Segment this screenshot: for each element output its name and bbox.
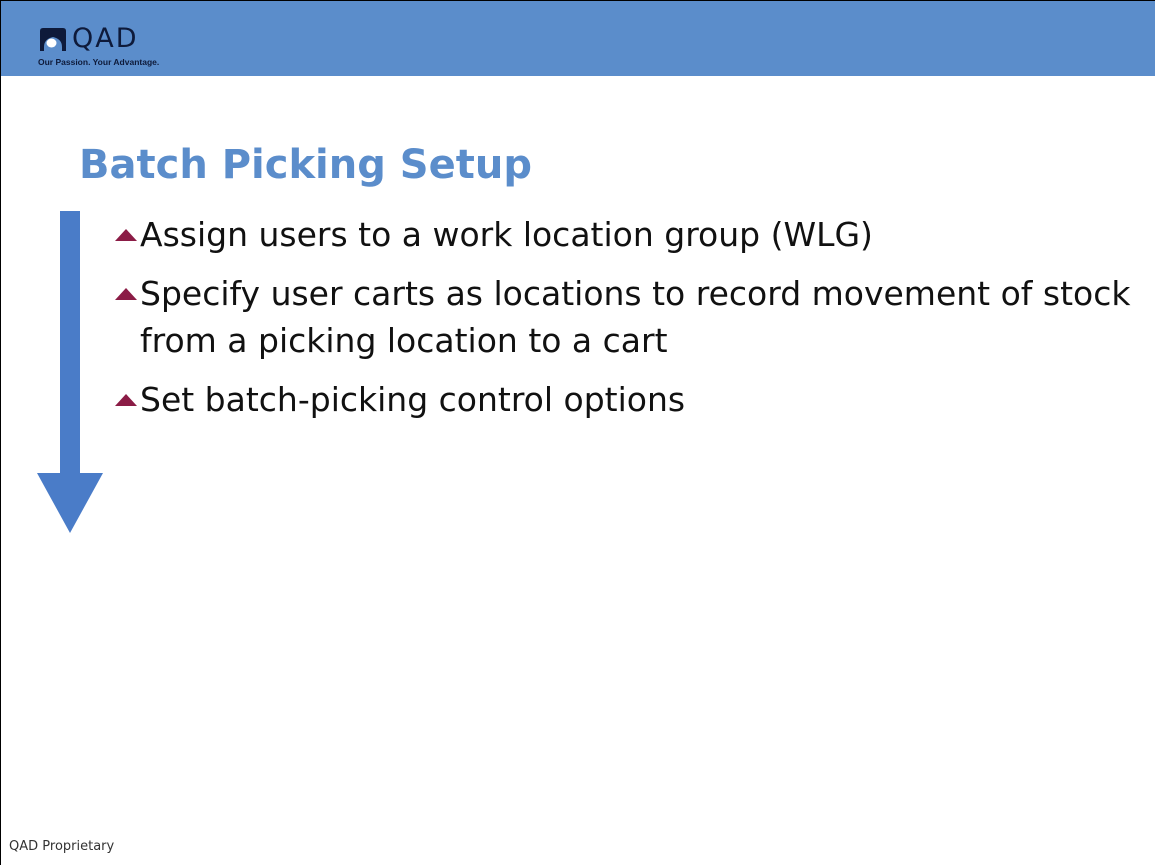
down-arrow-icon	[37, 211, 103, 533]
qad-logo: QAD Our Passion. Your Advantage.	[38, 23, 178, 71]
slide-title: Batch Picking Setup	[79, 142, 532, 188]
logo-tagline: Our Passion. Your Advantage.	[38, 57, 160, 67]
slide: QAD Our Passion. Your Advantage. Batch P…	[0, 0, 1155, 865]
bullet-text: Assign users to a work location group (W…	[140, 215, 873, 254]
bullet-list: Assign users to a work location group (W…	[115, 211, 1135, 435]
triangle-up-icon	[115, 288, 137, 300]
triangle-up-icon	[115, 394, 137, 406]
bullet-text: Set batch-picking control options	[140, 380, 686, 419]
bullet-item: Specify user carts as locations to recor…	[115, 270, 1135, 364]
logo-wordmark: QAD	[72, 23, 139, 54]
bullet-item: Set batch-picking control options	[115, 376, 1135, 423]
header-band: QAD Our Passion. Your Advantage.	[1, 1, 1155, 76]
footer-proprietary-label: QAD Proprietary	[9, 839, 115, 854]
bullet-item: Assign users to a work location group (W…	[115, 211, 1135, 258]
bullet-text: Specify user carts as locations to recor…	[140, 274, 1131, 360]
qad-logo-mark-icon	[40, 28, 66, 52]
triangle-up-icon	[115, 229, 137, 241]
